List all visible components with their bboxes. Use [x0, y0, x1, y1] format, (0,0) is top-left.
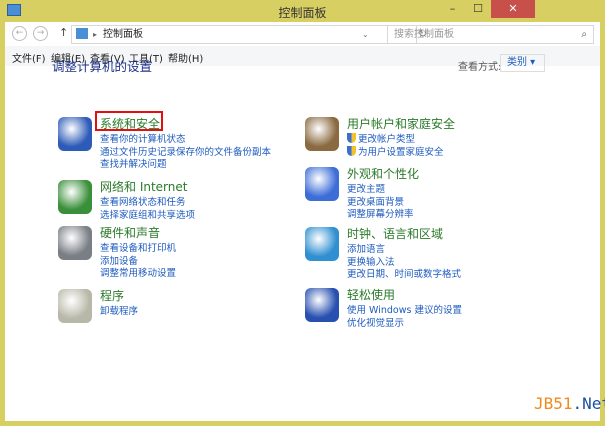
view-by-dropdown[interactable]: 类别 ▾	[500, 54, 545, 72]
network-internet-icon[interactable]	[58, 180, 92, 214]
navigation-bar: ← → ↑ ▸ 控制面板 ⌄ ↻ 搜索控制面板 ⌕	[5, 22, 600, 46]
programs-icon[interactable]	[58, 289, 92, 323]
category-link[interactable]: 选择家庭组和共享选项	[100, 207, 195, 221]
category-link[interactable]: 调整常用移动设置	[100, 265, 176, 279]
category-link[interactable]: 卸载程序	[100, 303, 138, 317]
category-title[interactable]: 外观和个性化	[347, 165, 419, 182]
search-placeholder: 搜索控制面板	[394, 29, 454, 40]
hardware-sound-icon[interactable]	[58, 226, 92, 260]
category-link[interactable]: 更改日期、时间或数字格式	[347, 266, 461, 280]
appearance-icon[interactable]	[305, 167, 339, 201]
forward-button[interactable]: →	[33, 26, 48, 41]
system-security-icon[interactable]	[58, 117, 92, 151]
menu-file[interactable]: 文件(F)	[12, 50, 46, 65]
category-link[interactable]: 查找并解决问题	[100, 156, 167, 170]
watermark: JB51.Net	[534, 394, 605, 413]
category-title[interactable]: 程序	[100, 287, 124, 304]
uac-shield-icon	[347, 133, 356, 143]
clock-language-region-icon[interactable]	[305, 227, 339, 261]
page-title: 调整计算机的设置	[52, 59, 153, 74]
window-content: ← → ↑ ▸ 控制面板 ⌄ ↻ 搜索控制面板 ⌕ 文件(F) 编辑(E) 查看…	[5, 22, 600, 421]
close-button[interactable]: ✕	[491, 0, 535, 18]
up-button[interactable]: ↑	[59, 26, 68, 39]
category-title[interactable]: 轻松使用	[347, 286, 395, 303]
category-title[interactable]: 用户帐户和家庭安全	[347, 115, 455, 132]
search-icon[interactable]: ⌕	[581, 26, 587, 43]
category-title[interactable]: 时钟、语言和区域	[347, 225, 443, 242]
category-link[interactable]: 为用户设置家庭安全	[347, 144, 444, 158]
category-title[interactable]: 系统和安全	[100, 115, 160, 132]
maximize-button[interactable]: ☐	[465, 0, 491, 18]
address-bar[interactable]: ▸ 控制面板 ⌄	[71, 25, 417, 44]
uac-shield-icon	[347, 145, 356, 156]
breadcrumb[interactable]: 控制面板	[103, 26, 143, 43]
control-panel-icon	[76, 28, 88, 39]
ease-of-access-icon[interactable]	[305, 288, 339, 322]
back-button[interactable]: ←	[12, 26, 27, 41]
category-link[interactable]: 优化视觉显示	[347, 315, 404, 329]
category-title[interactable]: 网络和 Internet	[100, 178, 187, 195]
breadcrumb-arrow-icon: ▸	[93, 30, 98, 39]
user-accounts-icon[interactable]	[305, 117, 339, 151]
category-title[interactable]: 硬件和声音	[100, 224, 160, 241]
view-by-label: 查看方式:	[458, 62, 502, 73]
menu-help[interactable]: 帮助(H)	[168, 50, 203, 65]
minimize-button[interactable]: –	[440, 0, 465, 18]
category-link[interactable]: 调整屏幕分辨率	[347, 206, 414, 220]
title-bar: 控制面板 – ☐ ✕	[0, 0, 605, 22]
search-input[interactable]: 搜索控制面板 ⌕	[387, 25, 594, 44]
chevron-down-icon[interactable]: ⌄	[362, 26, 369, 43]
